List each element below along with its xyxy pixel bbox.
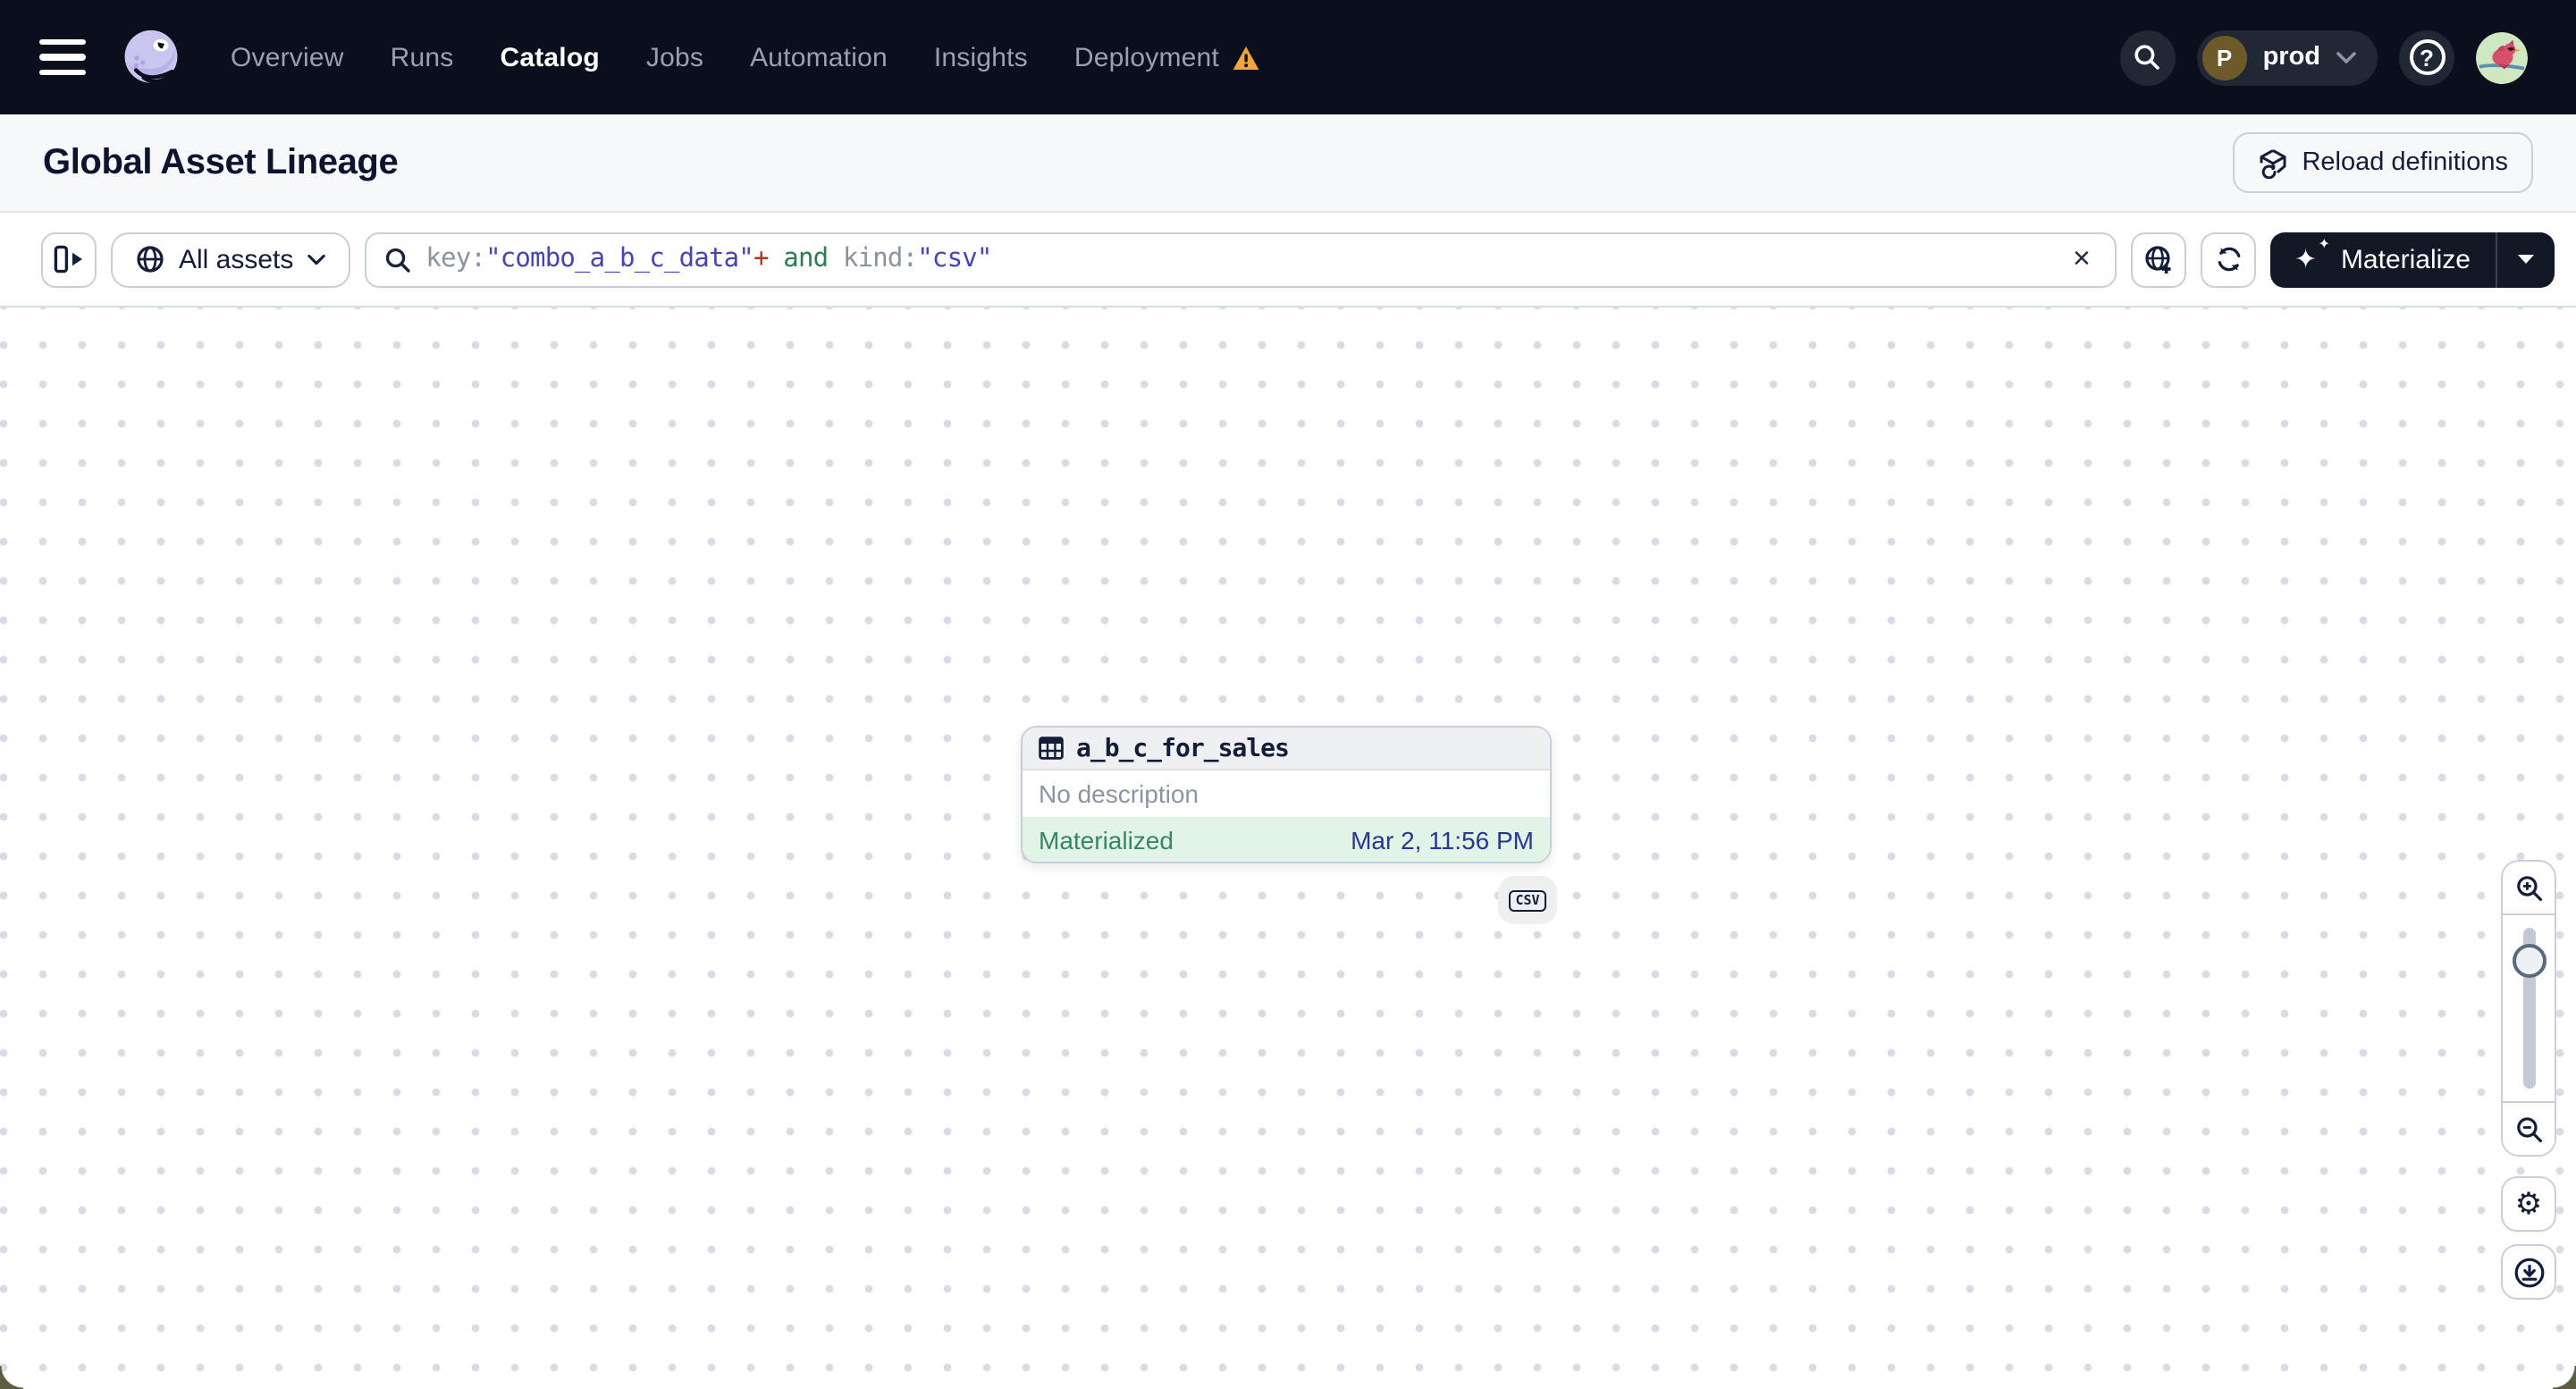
materialize-options-button[interactable] — [2496, 232, 2555, 287]
clear-search-button[interactable]: × — [2062, 240, 2101, 279]
zoom-slider[interactable] — [2503, 915, 2555, 1101]
reload-definitions-label: Reload definitions — [2302, 148, 2508, 177]
nav-item-runs[interactable]: Runs — [391, 42, 454, 72]
materialized-status: Materialized — [1039, 825, 1174, 854]
reload-cube-icon — [2257, 147, 2287, 178]
csv-icon: CSV — [1509, 889, 1546, 911]
download-graph-button[interactable] — [2501, 1244, 2556, 1300]
environment-switcher[interactable]: P prod — [2196, 29, 2378, 85]
user-avatar[interactable] — [2476, 31, 2528, 83]
asset-node-status-bar: Materialized Mar 2, 11:56 PM — [1023, 817, 1550, 862]
materialize-split-button: ✦ ✦ Materialize — [2270, 232, 2555, 287]
zoom-out-button[interactable] — [2503, 1101, 2555, 1155]
refresh-icon — [2218, 247, 2241, 272]
globe-icon — [137, 246, 164, 273]
refresh-graph-button[interactable] — [2201, 232, 2257, 287]
zoom-in-icon — [2516, 875, 2541, 900]
nav-item-insights[interactable]: Insights — [934, 42, 1028, 72]
question-mark-icon: ? — [2409, 39, 2445, 75]
primary-nav: Overview Runs Catalog Jobs Automation In… — [231, 42, 1260, 72]
hamburger-menu-icon[interactable] — [39, 39, 86, 75]
nav-item-deployment[interactable]: Deployment — [1074, 42, 1260, 72]
zoom-controls — [2501, 860, 2556, 1157]
materialized-timestamp[interactable]: Mar 2, 11:56 PM — [1351, 825, 1534, 854]
navbar-right-cluster: P prod ? — [2119, 29, 2528, 85]
asset-search-input[interactable]: key:"combo_a_b_c_data"+ and kind:"csv" × — [365, 232, 2117, 287]
global-search-button[interactable] — [2119, 29, 2176, 85]
search-icon — [386, 247, 411, 272]
nav-item-catalog[interactable]: Catalog — [500, 42, 599, 72]
panel-expand-icon — [53, 245, 81, 274]
search-query-text: key:"combo_a_b_c_data"+ and kind:"csv" — [425, 245, 992, 274]
asset-scope-label: All assets — [179, 244, 294, 274]
page-header: Global Asset Lineage Reload definitions — [0, 114, 2576, 213]
environment-name: prod — [2262, 43, 2320, 72]
top-navbar: Overview Runs Catalog Jobs Automation In… — [0, 0, 2576, 114]
view-full-graph-button[interactable] — [2131, 232, 2187, 287]
chevron-down-icon — [307, 253, 326, 265]
nav-item-deployment-label: Deployment — [1073, 42, 1219, 72]
help-button[interactable]: ? — [2399, 29, 2454, 85]
zoom-in-button[interactable] — [2503, 862, 2555, 915]
gear-icon: ⚙ — [2514, 1187, 2543, 1221]
window-corner — [2553, 1366, 2576, 1389]
asset-node-description: No description — [1039, 779, 1199, 808]
nav-item-jobs[interactable]: Jobs — [646, 42, 703, 72]
asset-scope-dropdown[interactable]: All assets — [111, 232, 351, 287]
caret-down-icon — [2518, 255, 2534, 264]
dagster-logo-icon[interactable] — [118, 24, 184, 90]
graph-settings-button[interactable]: ⚙ — [2501, 1176, 2556, 1232]
zoom-out-icon — [2516, 1116, 2541, 1141]
sparkles-icon: ✦ ✦ — [2294, 235, 2330, 274]
lineage-canvas[interactable]: a_b_c_for_sales No description Materiali… — [0, 307, 2576, 1389]
asset-node[interactable]: a_b_c_for_sales No description Materiali… — [1021, 726, 1552, 863]
warning-icon — [1232, 44, 1260, 71]
toggle-sidebar-button[interactable] — [41, 232, 97, 287]
page-title: Global Asset Lineage — [43, 142, 399, 181]
asset-node-title: a_b_c_for_sales — [1076, 734, 1290, 762]
environment-avatar: P — [2201, 35, 2247, 80]
table-icon — [1039, 737, 1064, 760]
asset-node-header: a_b_c_for_sales — [1023, 728, 1550, 770]
app-window: Overview Runs Catalog Jobs Automation In… — [0, 0, 2576, 1389]
globe-plus-icon — [2146, 245, 2172, 273]
nav-item-automation[interactable]: Automation — [750, 42, 888, 72]
chevron-down-icon — [2336, 51, 2356, 63]
window-corner — [0, 1366, 23, 1389]
asset-kind-badge[interactable]: CSV — [1498, 876, 1557, 924]
lineage-toolbar: All assets key:"combo_a_b_c_data"+ and k… — [0, 213, 2576, 307]
zoom-slider-knob[interactable] — [2512, 944, 2546, 978]
download-icon — [2513, 1257, 2544, 1287]
materialize-button[interactable]: ✦ ✦ Materialize — [2271, 232, 2496, 287]
nav-item-overview[interactable]: Overview — [231, 42, 344, 72]
materialize-label: Materialize — [2340, 244, 2471, 274]
reload-definitions-button[interactable]: Reload definitions — [2232, 132, 2533, 193]
